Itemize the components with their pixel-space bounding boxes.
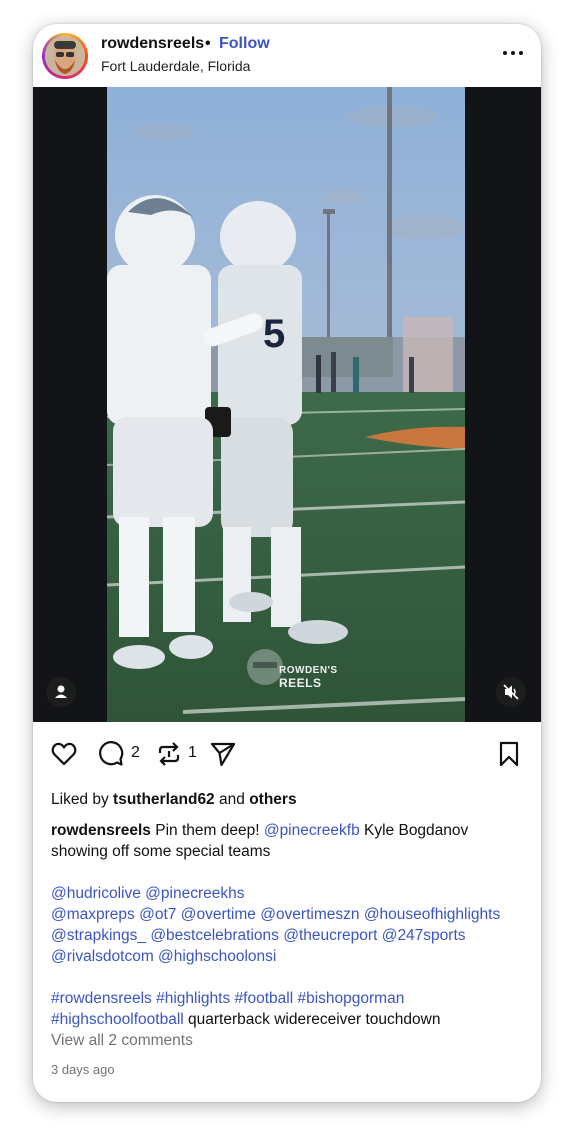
comment-button[interactable] [96, 740, 124, 773]
post-location[interactable]: Fort Lauderdale, Florida [101, 58, 250, 74]
watermark-logo [247, 649, 283, 685]
post-caption: rowdensreels Pin them deep! @pinecreekfb… [51, 820, 529, 1030]
comment-icon [99, 741, 124, 766]
hashtag-link[interactable]: #highschoolfootball [51, 1011, 184, 1028]
mention-link[interactable]: @highschoolonsi [158, 948, 276, 965]
heart-icon [51, 742, 77, 766]
save-button[interactable] [495, 740, 523, 773]
repost-count: 1 [188, 744, 197, 761]
likes-summary: Liked by tsutherland62 and others [51, 791, 297, 809]
post-card: rowdensreels • Follow Fort Lauderdale, F… [33, 24, 541, 1102]
mention-link[interactable]: @ot7 [139, 906, 176, 923]
hashtag-link[interactable]: #rowdensreels [51, 990, 152, 1007]
hashtag-link[interactable]: #football [235, 990, 294, 1007]
caption-username[interactable]: rowdensreels [51, 822, 151, 839]
caption-mentions: @hudricolive @pinecreekhs @maxpreps @ot7… [51, 883, 529, 967]
send-icon [210, 742, 236, 767]
watermark-line2: REELS [279, 676, 322, 690]
mention-link[interactable]: @strapkings_ [51, 927, 146, 944]
repost-button[interactable] [155, 740, 183, 773]
mute-button[interactable] [496, 677, 526, 707]
mention-link[interactable]: @247sports [382, 927, 466, 944]
video-frame: 5 [33, 87, 541, 722]
likes-prefix: Liked by [51, 791, 109, 808]
hashtag-link[interactable]: #bishopgorman [297, 990, 404, 1007]
person-icon [55, 685, 67, 698]
caption-main: rowdensreels Pin them deep! @pinecreekfb… [51, 820, 529, 862]
separator-dot: • [205, 35, 211, 52]
bookmark-icon [499, 741, 519, 767]
post-media-video[interactable]: 5 ROWDEN'S REELS [33, 87, 541, 722]
caption-hashtags: #rowdensreels #highlights #football #bis… [51, 988, 529, 1030]
hashtag-link[interactable]: #highlights [156, 990, 230, 1007]
caption-text: Pin them deep! [155, 822, 260, 839]
repost-icon [158, 742, 180, 766]
svg-text:5: 5 [263, 312, 285, 356]
mention-link[interactable]: @bestcelebrations [150, 927, 279, 944]
more-options-button[interactable] [499, 39, 527, 67]
like-button[interactable] [50, 740, 78, 773]
avatar[interactable] [42, 33, 88, 79]
likes-and: and [219, 791, 245, 808]
mention-link[interactable]: @rivalsdotcom [51, 948, 154, 965]
more-horizontal-icon [503, 51, 523, 55]
action-bar: 2 1 [33, 722, 541, 792]
caption-keywords: quarterback widereceiver touchdown [188, 1011, 441, 1028]
mention-link[interactable]: @theucreport [283, 927, 377, 944]
post-username[interactable]: rowdensreels [101, 35, 204, 53]
watermark-text: ROWDEN'S REELS [279, 665, 338, 689]
post-timestamp: 3 days ago [51, 1062, 115, 1077]
mention-link[interactable]: @pinecreekhs [145, 885, 244, 902]
comment-count: 2 [131, 744, 140, 761]
liker-username[interactable]: tsutherland62 [113, 791, 215, 808]
avatar-image [45, 36, 85, 76]
share-button[interactable] [209, 740, 237, 773]
post-header: rowdensreels • Follow Fort Lauderdale, F… [33, 24, 541, 87]
mention-link[interactable]: @overtime [181, 906, 256, 923]
view-all-comments-link[interactable]: View all 2 comments [51, 1032, 193, 1050]
mention-link[interactable]: @pinecreekfb [264, 822, 360, 839]
speaker-muted-icon [503, 684, 519, 700]
likes-others[interactable]: others [249, 791, 296, 808]
mention-link[interactable]: @maxpreps [51, 906, 135, 923]
tagged-users-button[interactable] [46, 677, 76, 707]
mention-link[interactable]: @overtimeszn [260, 906, 359, 923]
mention-link[interactable]: @houseofhighlights [364, 906, 500, 923]
follow-button[interactable]: Follow [219, 35, 270, 53]
mention-link[interactable]: @hudricolive [51, 885, 141, 902]
